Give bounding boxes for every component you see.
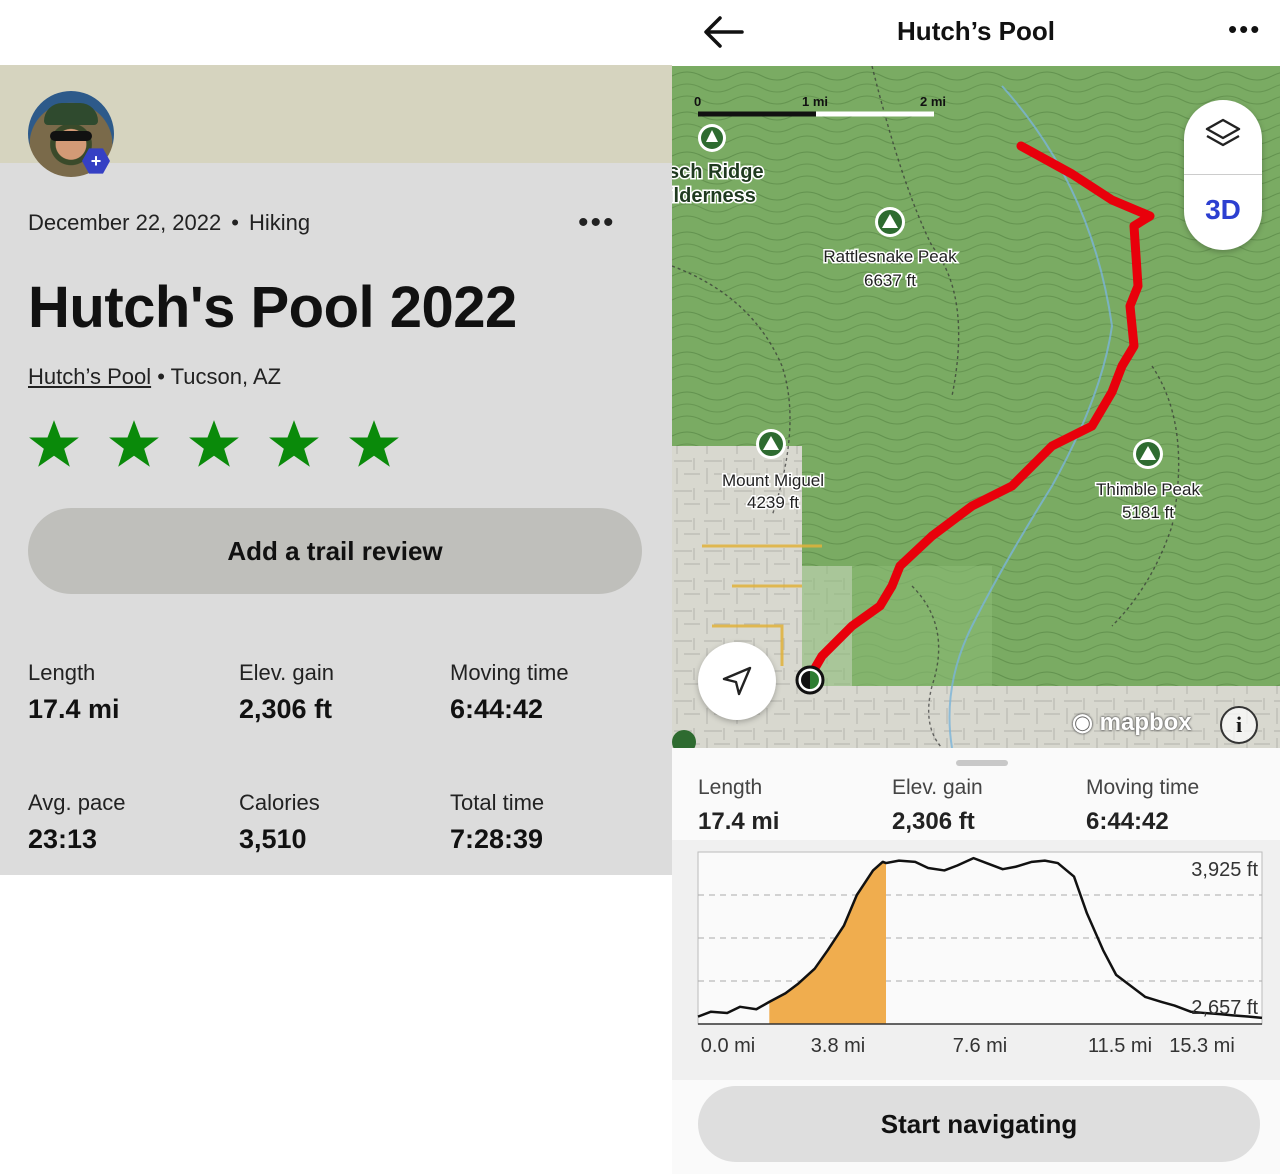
stat-value: 6:44:42 — [1086, 808, 1169, 835]
stat-label: Total time — [450, 790, 545, 815]
trail-location: Hutch’s Pool • Tucson, AZ — [28, 364, 281, 390]
scale-label: 0 — [694, 94, 701, 109]
map-controls: 3D — [1184, 100, 1262, 250]
map-label-wilderness: sch Ridge — [672, 161, 764, 183]
info-icon[interactable]: i — [1220, 706, 1258, 744]
stat-value: 17.4 mi — [698, 808, 780, 835]
stat-label: Elev. gain — [892, 776, 983, 799]
scale-label: 1 mi — [802, 94, 828, 109]
x-tick-label: 7.6 mi — [953, 1035, 1007, 1057]
stat-label: Avg. pace — [28, 790, 126, 815]
stat-label: Length — [28, 660, 96, 685]
map-label-peak: Thimble Peak — [1096, 480, 1200, 499]
elevation-profile-chart[interactable]: 3,925 ft 2,657 ft 0.0 mi 3.8 mi 7.6 mi 11.5 m… — [672, 840, 1280, 1080]
x-tick-label: 0.0 mi — [701, 1035, 755, 1057]
trail-map-screen: Hutch’s Pool ••• 0 1 mi 2 mi sch Ridge i… — [672, 0, 1280, 1174]
stat-moving-time: Moving time 6:44:42 — [1086, 776, 1199, 836]
mapbox-label: mapbox — [1099, 709, 1192, 736]
stat-label: Moving time — [450, 660, 569, 685]
stat-label: Calories — [239, 790, 320, 815]
star-icon[interactable] — [268, 418, 320, 470]
x-tick-label: 3.8 mi — [811, 1035, 865, 1057]
stat-elev-gain: Elev. gain 2,306 ft — [892, 776, 983, 836]
stat-elev-gain: Elev. gain 2,306 ft — [239, 660, 334, 725]
star-icon[interactable] — [348, 418, 400, 470]
stat-value: 2,306 ft — [239, 694, 333, 724]
avatar-glasses — [50, 131, 92, 141]
trail-link[interactable]: Hutch’s Pool — [28, 364, 151, 389]
toggle-3d-button[interactable]: 3D — [1184, 194, 1262, 226]
stat-calories: Calories 3,510 — [239, 790, 320, 855]
stat-value: 17.4 mi — [28, 694, 120, 724]
avatar-cap — [44, 103, 98, 125]
elevation-chart-svg: 3,925 ft 2,657 ft 0.0 mi 3.8 mi 7.6 mi 11.5 m… — [697, 851, 1263, 1057]
map-label-wilderness: ilderness — [672, 185, 756, 207]
start-navigating-button[interactable]: Start navigating — [698, 1086, 1260, 1162]
stat-label: Length — [698, 776, 763, 799]
map-label-elevation: 5181 ft — [1122, 503, 1174, 522]
map-label-elevation: 4239 ft — [747, 493, 799, 512]
sheet-handle[interactable] — [956, 760, 1008, 766]
activity-card: + — [0, 65, 672, 875]
navigation-arrow-icon — [722, 666, 752, 696]
activity-title: Hutch's Pool 2022 — [28, 275, 517, 340]
layers-icon[interactable] — [1204, 116, 1242, 156]
separator-dot: • — [157, 364, 171, 389]
stat-moving-time: Moving time 6:44:42 — [450, 660, 569, 725]
activity-detail-panel: + December 22, 2022 • Hiking ••• Hutch's P… — [0, 0, 672, 1174]
scale-label: 2 mi — [920, 94, 946, 109]
stat-label: Elev. gain — [239, 660, 334, 685]
stat-value: 23:13 — [28, 824, 98, 854]
stat-value: 3,510 — [239, 824, 307, 854]
stat-value: 7:28:39 — [450, 824, 544, 854]
stat-label: Moving time — [1086, 776, 1200, 799]
rating-stars[interactable] — [28, 418, 400, 470]
separator-dot: • — [231, 210, 239, 235]
y-tick-label: 3,925 ft — [1191, 859, 1258, 881]
bottom-sheet: Length 17.4 mi Elev. gain 2,306 ft Movin… — [672, 748, 1280, 1174]
top-bar: Hutch’s Pool ••• — [672, 0, 1280, 66]
activity-date: December 22, 2022 — [28, 210, 222, 235]
map-label-elevation: 6637 ft — [864, 271, 916, 290]
more-options-icon[interactable]: ••• — [578, 208, 616, 238]
screen-title: Hutch’s Pool — [897, 16, 1055, 46]
locate-me-button[interactable] — [698, 642, 776, 720]
star-icon[interactable] — [188, 418, 240, 470]
map-label-peak: Mount Miguel — [722, 471, 824, 490]
map-label-peak: Rattlesnake Peak — [823, 247, 957, 266]
activity-type: Hiking — [248, 210, 311, 235]
activity-meta: December 22, 2022 • Hiking — [28, 210, 310, 236]
x-tick-label: 11.5 mi — [1088, 1035, 1152, 1057]
controls-divider — [1184, 174, 1262, 175]
stat-avg-pace: Avg. pace 23:13 — [28, 790, 125, 855]
stat-length: Length 17.4 mi — [28, 660, 120, 725]
add-trail-review-button[interactable]: Add a trail review — [28, 508, 642, 594]
stat-length: Length 17.4 mi — [698, 776, 779, 836]
star-icon[interactable] — [28, 418, 80, 470]
star-icon[interactable] — [108, 418, 160, 470]
more-options-icon[interactable]: ••• — [1228, 14, 1261, 45]
y-tick-label: 2,657 ft — [1191, 997, 1258, 1019]
location-text: Tucson, AZ — [170, 364, 282, 389]
mapbox-logo-icon: ◉ — [1072, 709, 1093, 736]
x-tick-label: 15.3 mi — [1169, 1035, 1235, 1057]
stat-value: 6:44:42 — [450, 694, 544, 724]
stat-value: 2,306 ft — [892, 808, 975, 835]
stat-total-time: Total time 7:28:39 — [450, 790, 544, 855]
trail-map[interactable]: 0 1 mi 2 mi sch Ridge ilderness Rattlesn… — [672, 66, 1280, 748]
mapbox-attribution[interactable]: ◉ mapbox — [1072, 708, 1192, 737]
